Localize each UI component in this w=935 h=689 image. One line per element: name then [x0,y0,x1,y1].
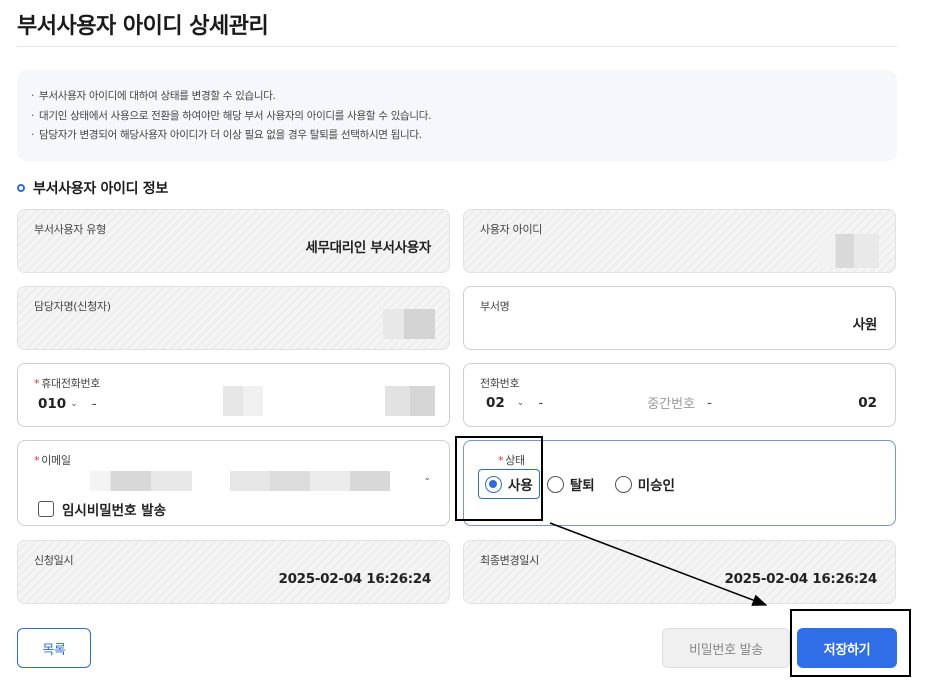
manager-name-field: 담당자명(신청자) [17,286,450,350]
user-type-value: 세무대리인 부서사용자 [305,240,431,256]
list-button[interactable]: 목록 [17,628,91,668]
user-type-label: 부서사용자 유형 [34,223,106,236]
section-title: 부서사용자 아이디 정보 [17,178,168,198]
section-title-text: 부서사용자 아이디 정보 [33,181,168,197]
dept-name-field[interactable]: 부서명 사원 [463,286,896,350]
dept-name-label: 부서명 [480,300,510,313]
annotation-highlight-box [790,609,911,677]
last-modified-field: 최종변경일시 2025-02-04 16:26:24 [463,540,896,604]
masked-user-id [817,234,879,268]
masked-mobile-middle[interactable] [223,386,263,416]
radio-unchecked-icon[interactable] [614,475,632,493]
phone-field: 전화번호 02 ⌄ - 중간번호 - 02 [463,363,896,427]
notice-line: 부서사용자 아이디에 대하여 상태를 변경할 수 있습니다. [31,87,883,107]
masked-mobile-last[interactable] [385,386,435,416]
email-label: * 이메일 [34,454,71,467]
mobile-prefix-select[interactable]: 010 [38,396,66,412]
temp-password-checkbox[interactable]: 임시비밀번호 발송 [38,499,166,519]
phone-prefix-select[interactable]: 02 [486,395,505,411]
masked-manager-name [383,309,435,339]
chevron-down-icon[interactable]: ⌄ [517,398,525,408]
manager-name-label: 담당자명(신청자) [34,300,111,313]
circle-bullet-icon [17,184,25,192]
send-password-button[interactable]: 비밀번호 발송 [662,628,790,668]
radio-unchecked-icon[interactable] [546,475,564,493]
chevron-down-icon[interactable]: ⌄ [423,473,431,483]
email-field: * 이메일 ⌄ 임시비밀번호 발송 [17,440,450,526]
notice-line: 대기인 상태에서 사용으로 전환을 하여야만 해당 부서 사용자의 아이디를 사… [31,107,883,127]
page-title: 부서사용자 아이디 상세관리 [17,14,269,39]
dash-separator: - [538,394,544,411]
dash-separator: - [707,394,712,411]
user-id-field: 사용자 아이디 [463,209,896,273]
required-mark: * [34,454,40,467]
annotation-highlight-box [455,436,543,521]
phone-label: 전화번호 [480,377,520,390]
status-label: * 상태 [498,454,525,467]
status-option-unapproved[interactable]: 미승인 [608,469,682,499]
dash-separator: - [91,396,97,412]
required-mark: * [34,377,40,390]
request-date-field: 신청일시 2025-02-04 16:26:24 [17,540,450,604]
request-date-value: 2025-02-04 16:26:24 [278,571,431,587]
request-date-label: 신청일시 [34,554,74,567]
dept-name-value[interactable]: 사원 [853,313,878,333]
user-type-field: 부서사용자 유형 세무대리인 부서사용자 [17,209,450,273]
notice-line: 담당자가 변경되어 해당사용자 아이디가 더 이상 필요 없을 경우 탈퇴를 선… [31,126,883,146]
chevron-down-icon[interactable]: ⌄ [70,399,78,409]
mobile-field: * 휴대전화번호 010 ⌄ - [17,363,450,427]
status-option-withdrawn[interactable]: 탈퇴 [540,469,602,499]
phone-last-input[interactable]: 02 [858,395,877,411]
last-modified-value: 2025-02-04 16:26:24 [724,571,877,587]
masked-email-id[interactable] [90,471,192,491]
notice-box: 부서사용자 아이디에 대하여 상태를 변경할 수 있습니다. 대기인 상태에서 … [17,70,897,161]
checkbox-icon[interactable] [38,501,54,517]
temp-password-label[interactable]: 임시비밀번호 발송 [62,499,166,519]
last-modified-label: 최종변경일시 [480,554,539,567]
phone-middle-input[interactable]: 중간번호 [647,393,695,412]
title-divider [17,46,897,47]
masked-email-domain[interactable] [230,471,390,491]
